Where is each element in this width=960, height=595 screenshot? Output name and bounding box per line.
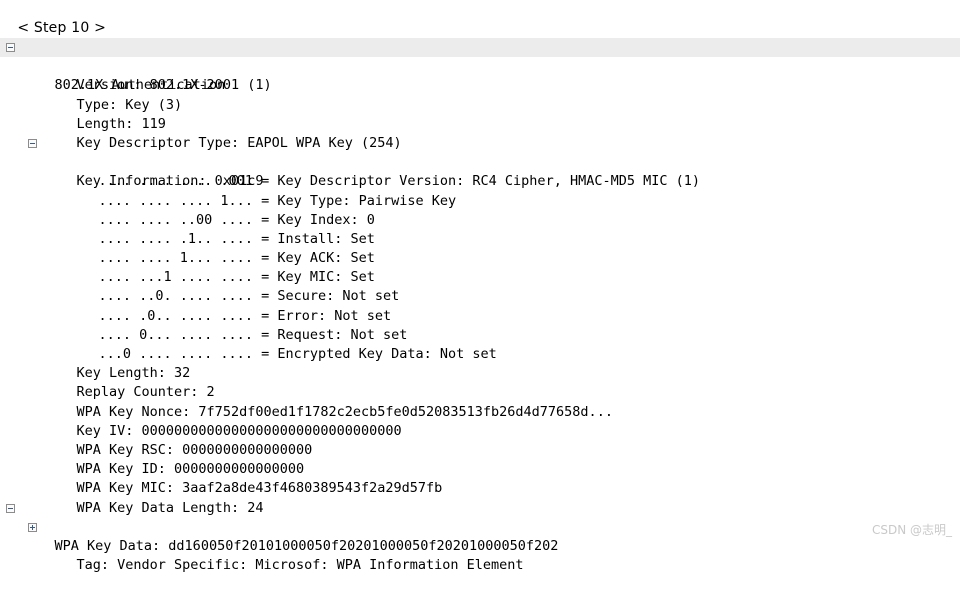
collapse-minus-icon[interactable] [6, 43, 15, 52]
tree-row-bitfield[interactable]: .... 0... .... .... = Request: Not set [0, 307, 960, 343]
tree-row-wpa-key-data-length[interactable]: WPA Key Data Length: 24 [0, 479, 960, 516]
field-wpa-key-data-label: WPA Key Data: dd160050f20101000050f20201… [54, 537, 559, 554]
field-vendor-specific-tag-label: Tag: Vendor Specific: Microsof: WPA Info… [76, 557, 524, 574]
tree-row-bitfield[interactable]: .... .... .... 1... = Key Type: Pairwise… [0, 172, 960, 209]
tree-row-key-length[interactable]: Key Length: 32 [0, 345, 960, 381]
tree-row-bitfield[interactable]: .... .... .1.. .... = Install: Set [0, 211, 960, 247]
tree-row-wpa-key-nonce[interactable]: WPA Key Nonce: 7f752df00ed1f1782c2ecb5fe… [0, 383, 960, 420]
tree-row-protocol-header[interactable]: 802.1X Authentication [0, 38, 960, 93]
tree-row-key-descriptor-type[interactable]: Key Descriptor Type: EAPOL WPA Key (254) [0, 115, 960, 151]
collapse-minus-icon[interactable] [6, 503, 15, 513]
tree-row-wpa-key-mic[interactable]: WPA Key MIC: 3aaf2a8de43f4680389543f2a29… [0, 460, 960, 496]
tree-row-bitfield[interactable]: .... .0.. .... .... = Error: Not set [0, 287, 960, 324]
tree-row-vendor-specific-tag[interactable]: Tag: Vendor Specific: Microsof: WPA Info… [0, 518, 960, 573]
expand-plus-icon[interactable] [28, 522, 37, 532]
tree-row-wpa-key-data[interactable]: WPA Key Data: dd160050f20101000050f20201… [0, 499, 960, 554]
tree-row-bitfield[interactable]: .... ..0. .... .... = Secure: Not set [0, 268, 960, 304]
collapse-minus-icon[interactable] [28, 138, 37, 148]
tree-row-version[interactable]: Version: 802.1X-2001 (1) [0, 57, 960, 93]
tree-row-bitfield[interactable]: ...0 .... .... .... = Encrypted Key Data… [0, 326, 960, 362]
watermark: CSDN @志明_ [871, 523, 952, 537]
tree-row-bitfield[interactable]: .... .... .... .001 = Key Descriptor Ver… [0, 153, 960, 189]
tree-row-length[interactable]: Length: 119 [0, 96, 960, 132]
tree-row-bitfield[interactable]: .... ...1 .... .... = Key MIC: Set [0, 249, 960, 285]
step-navigation-label: < Step 10 > [17, 20, 107, 36]
tree-row-bitfield[interactable]: .... .... 1... .... = Key ACK: Set [0, 230, 960, 266]
tree-row-key-iv[interactable]: Key IV: 00000000000000000000000000000000 [0, 403, 960, 439]
step-navigation[interactable]: < Step 10 > [8, 4, 106, 36]
tree-row-type[interactable]: Type: Key (3) [0, 76, 960, 113]
tree-row-replay-counter[interactable]: Replay Counter: 2 [0, 364, 960, 400]
tree-row-bitfield[interactable]: .... .... ..00 .... = Key Index: 0 [0, 192, 960, 228]
tree-row-wpa-key-rsc[interactable]: WPA Key RSC: 0000000000000000 [0, 422, 960, 458]
packet-detail-tree: 802.1X Authentication Version: 802.1X-20… [0, 38, 960, 573]
tree-row-wpa-key-id[interactable]: WPA Key ID: 0000000000000000 [0, 441, 960, 477]
tree-row-key-information[interactable]: Key Information: 0x01c9 [0, 134, 960, 189]
